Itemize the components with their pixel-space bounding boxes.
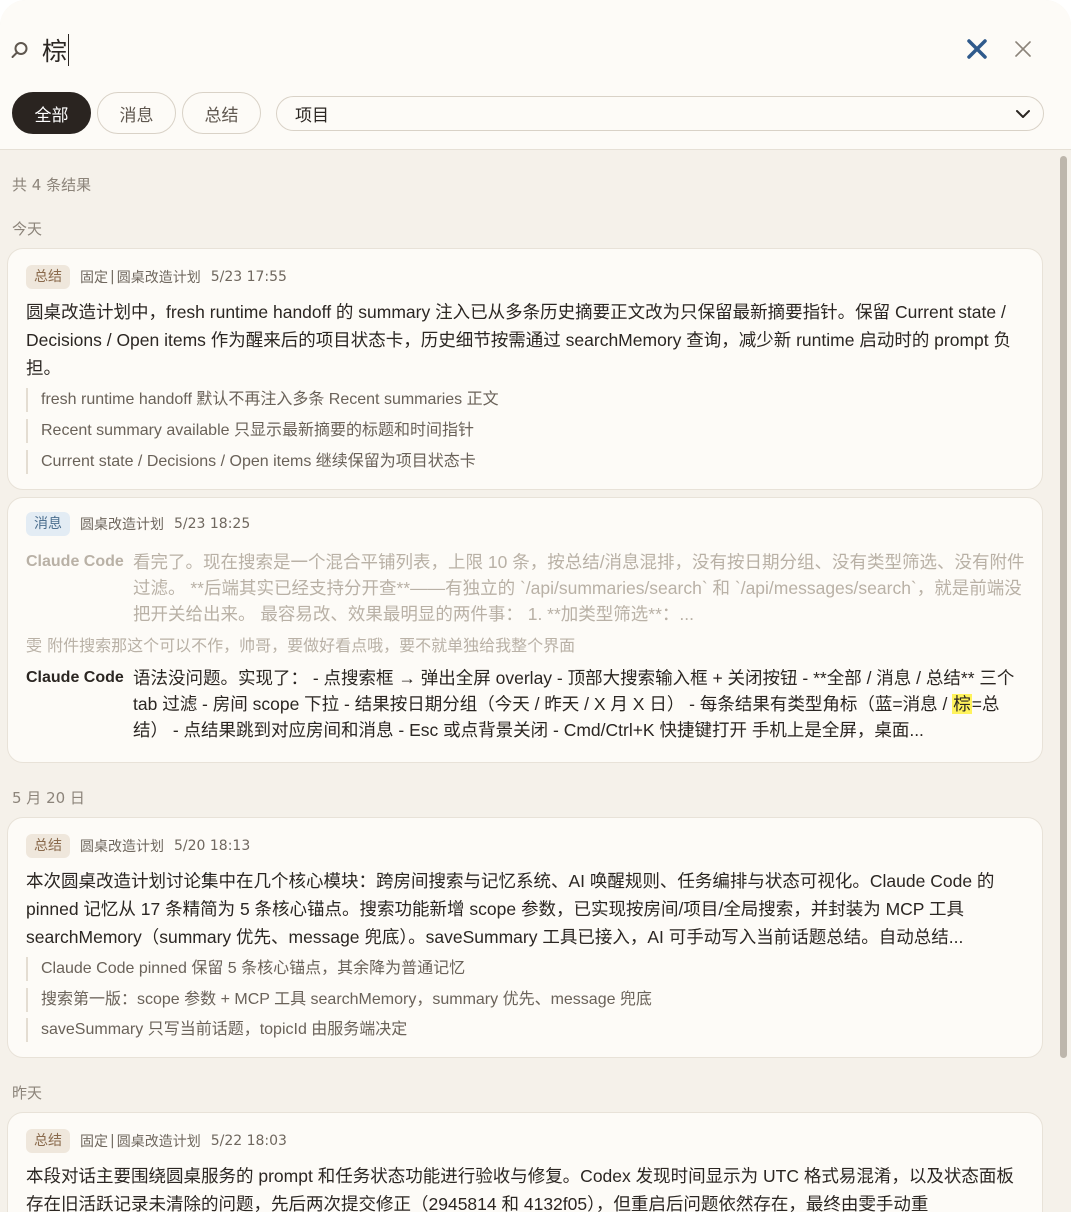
message-type-badge: 消息 — [26, 512, 70, 536]
date-group-header: 5 月 20 日 — [12, 789, 85, 807]
project-name: 圆桌改造计划 — [80, 517, 164, 533]
project-name: 圆桌改造计划 — [116, 1134, 201, 1150]
search-highlight: 棕 — [952, 694, 972, 714]
message-text: 语法没问题。实现了： - 点搜索框 → 弹出全屏 overlay - 顶部大搜索… — [133, 665, 1025, 743]
matched-message: Claude Code 语法没问题。实现了： - 点搜索框 → 弹出全屏 ove… — [26, 665, 1026, 745]
summary-type-badge: 总结 — [26, 1129, 70, 1153]
summary-bullet: Current state / Decisions / Open items 继… — [26, 450, 476, 474]
tab-all[interactable]: 全部 — [12, 92, 91, 134]
chevron-down-icon — [1016, 110, 1030, 118]
search-overlay: 全部 消息 总结 项目 共 4 条结果 今天 总结 固定 | 圆桌改造计划 5/… — [0, 0, 1071, 1212]
result-meta: 总结 固定 | 圆桌改造计划 5/22 18:03 — [26, 1129, 287, 1153]
close-button[interactable] — [1008, 34, 1038, 64]
message-speaker: Claude Code — [26, 553, 124, 570]
summary-body: 本段对话主要围绕圆桌服务的 prompt 和任务状态功能进行验收与修复。Code… — [26, 1166, 1014, 1212]
message-text: 看完了。现在搜索是一个混合平铺列表，上限 10 条，按总结/消息混排，没有按日期… — [133, 552, 1025, 624]
result-timestamp: 5/20 18:13 — [174, 838, 251, 854]
match-text-before: 语法没问题。实现了： - 点搜索框 → 弹出全屏 overlay - 顶部大搜索… — [133, 668, 1015, 714]
context-message: Claude Code 看完了。现在搜索是一个混合平铺列表，上限 10 条，按总… — [26, 549, 1026, 629]
result-timestamp: 5/23 18:25 — [174, 516, 251, 532]
tab-messages[interactable]: 消息 — [97, 92, 176, 134]
summary-bullet: saveSummary 只写当前话题，topicId 由服务端决定 — [26, 1018, 407, 1042]
user-message-line: 雯 附件搜索那这个可以不作，帅哥，要做好看点哦，要不就单独给我整个界面 — [26, 636, 576, 655]
result-card[interactable]: 消息 圆桌改造计划 5/23 18:25 Claude Code 看完了。现在搜… — [7, 497, 1043, 763]
clear-x-icon — [967, 39, 987, 59]
meta-separator: | — [110, 1133, 115, 1149]
results-count: 共 4 条结果 — [12, 176, 92, 194]
search-icon — [10, 40, 30, 60]
result-meta: 总结 固定 | 圆桌改造计划 5/23 17:55 — [26, 265, 287, 289]
summary-body: 圆桌改造计划中，fresh runtime handoff 的 summary … — [26, 302, 1012, 378]
result-timestamp: 5/22 18:03 — [210, 1133, 287, 1149]
scrollbar-thumb[interactable] — [1060, 156, 1067, 1058]
result-timestamp: 5/23 17:55 — [210, 269, 287, 285]
tab-summaries[interactable]: 总结 — [182, 92, 261, 134]
summary-bullet: Recent summary available 只显示最新摘要的标题和时间指针 — [26, 419, 474, 443]
close-icon — [1015, 41, 1031, 57]
meta-separator: | — [110, 269, 115, 285]
project-name: 圆桌改造计划 — [116, 270, 201, 286]
pinned-label: 固定 — [80, 1134, 108, 1150]
summary-type-badge: 总结 — [26, 834, 70, 858]
project-name: 圆桌改造计划 — [80, 839, 164, 855]
result-card[interactable]: 总结 圆桌改造计划 5/20 18:13 本次圆桌改造计划讨论集中在几个核心模块… — [7, 817, 1043, 1058]
clear-search-button[interactable] — [962, 34, 992, 64]
date-group-header: 今天 — [12, 220, 43, 238]
scope-select-value: 项目 — [295, 106, 329, 126]
search-input[interactable] — [42, 28, 922, 72]
summary-bullet: fresh runtime handoff 默认不再注入多条 Recent su… — [26, 388, 499, 412]
result-card[interactable]: 总结 固定 | 圆桌改造计划 5/22 18:03 本段对话主要围绕圆桌服务的 … — [7, 1112, 1043, 1212]
message-speaker: Claude Code — [26, 669, 124, 686]
date-group-header: 昨天 — [12, 1084, 43, 1102]
result-meta: 总结 圆桌改造计划 5/20 18:13 — [26, 834, 250, 858]
text-caret — [68, 34, 69, 66]
result-card[interactable]: 总结 固定 | 圆桌改造计划 5/23 17:55 圆桌改造计划中，fresh … — [7, 248, 1043, 490]
summary-bullet: 搜索第一版：scope 参数 + MCP 工具 searchMemory，sum… — [26, 988, 652, 1012]
summary-body: 本次圆桌改造计划讨论集中在几个核心模块：跨房间搜索与记忆系统、AI 唤醒规则、任… — [26, 871, 995, 947]
summary-bullet: Claude Code pinned 保留 5 条核心锚点，其余降为普通记忆 — [26, 957, 465, 981]
summary-type-badge: 总结 — [26, 265, 70, 289]
scope-select[interactable]: 项目 — [276, 96, 1044, 131]
result-meta: 消息 圆桌改造计划 5/23 18:25 — [26, 512, 250, 536]
search-header: 全部 消息 总结 项目 — [0, 0, 1071, 150]
pinned-label: 固定 — [80, 270, 108, 286]
